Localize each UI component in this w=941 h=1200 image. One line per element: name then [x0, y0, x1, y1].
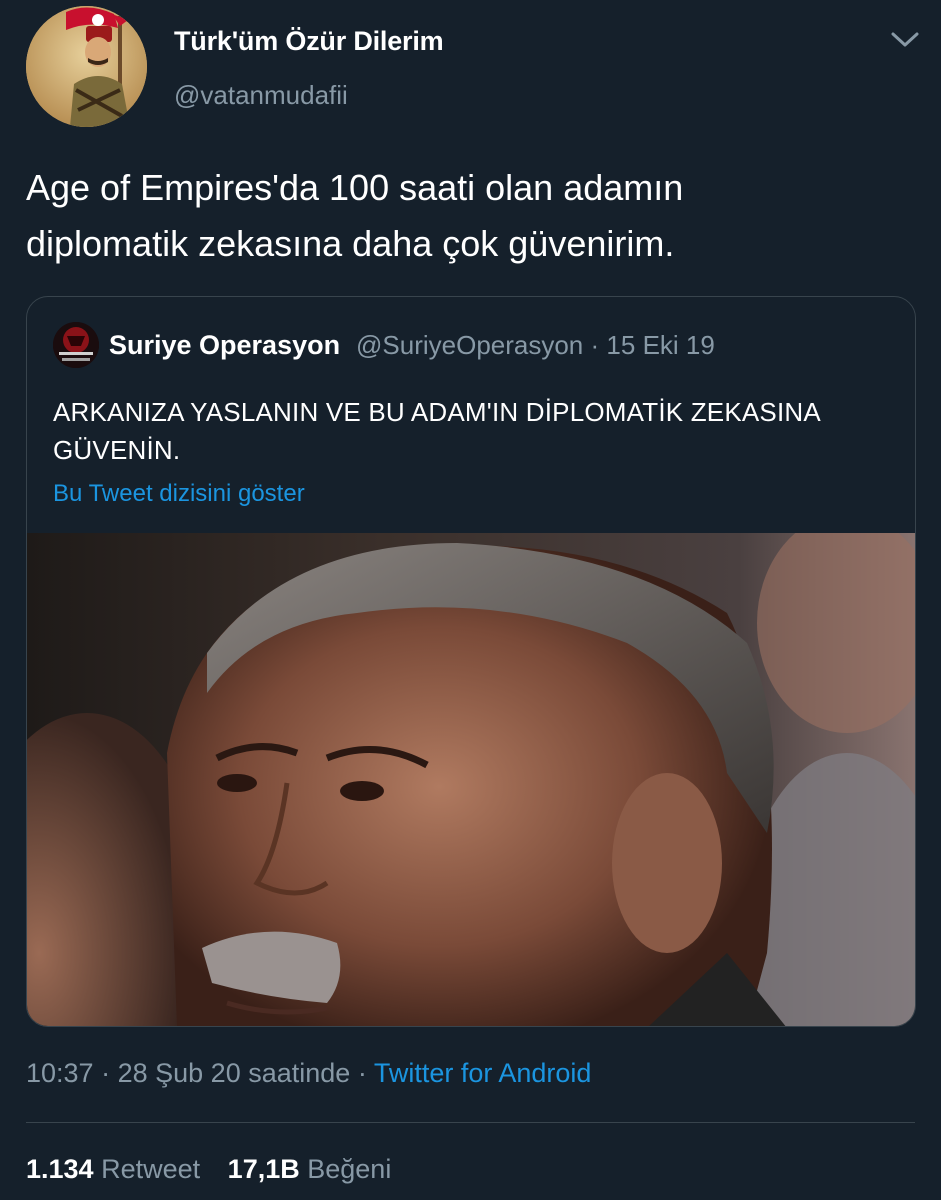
- quoted-text-line: GÜVENİN.: [53, 435, 181, 465]
- divider: [26, 1122, 915, 1123]
- separator: ·: [101, 1058, 111, 1088]
- quoted-text-line: ARKANIZA YASLANIN VE BU ADAM'IN DİPLOMAT…: [53, 397, 821, 427]
- quoted-display-name[interactable]: Suriye Operasyon: [109, 330, 340, 361]
- likes-count: 17,1B: [227, 1154, 300, 1184]
- quoted-tweet-text: ARKANIZA YASLANIN VE BU ADAM'IN DİPLOMAT…: [53, 393, 903, 469]
- likes-label: Beğeni: [307, 1154, 392, 1184]
- quoted-date[interactable]: 15 Eki 19: [606, 330, 714, 360]
- tweet-text-line: diplomatik zekasına daha çok güvenirim.: [26, 223, 675, 264]
- quoted-author-avatar[interactable]: [53, 322, 99, 368]
- separator: ·: [357, 1058, 367, 1088]
- likes-stat[interactable]: 17,1B Beğeni: [228, 1154, 392, 1185]
- tweet-detail: Türk'üm Özür Dilerim @vatanmudafii Age o…: [0, 0, 941, 1200]
- separator: ·: [590, 330, 600, 360]
- quoted-handle-line: @SuriyeOperasyon · 15 Eki 19: [356, 330, 715, 361]
- retweets-stat[interactable]: 1.134 Retweet: [26, 1154, 200, 1185]
- quoted-handle[interactable]: @SuriyeOperasyon: [356, 330, 583, 360]
- tweet-stats: 1.134 Retweet 17,1B Beğeni: [26, 1154, 391, 1185]
- chevron-down-icon[interactable]: [888, 26, 922, 54]
- show-thread-link[interactable]: Bu Tweet dizisini göster: [53, 480, 305, 508]
- tweet-date[interactable]: 28 Şub 20 saatinde: [118, 1058, 351, 1088]
- portrait-photo-icon: [27, 533, 915, 1026]
- author-avatar[interactable]: [26, 6, 147, 127]
- tweet-text-line: Age of Empires'da 100 saati olan adamın: [26, 167, 684, 208]
- author-display-name[interactable]: Türk'üm Özür Dilerim: [174, 26, 444, 57]
- retweets-label: Retweet: [101, 1154, 201, 1184]
- soldier-portrait-icon: [26, 6, 147, 127]
- tweet-meta: 10:37 · 28 Şub 20 saatinde · Twitter for…: [26, 1058, 591, 1089]
- quoted-tweet-card[interactable]: Suriye Operasyon @SuriyeOperasyon · 15 E…: [26, 296, 916, 1027]
- tweet-text: Age of Empires'da 100 saati olan adamın …: [26, 160, 906, 272]
- author-handle[interactable]: @vatanmudafii: [174, 80, 348, 111]
- quoted-tweet-photo[interactable]: [27, 533, 915, 1026]
- tweet-source-link[interactable]: Twitter for Android: [374, 1058, 592, 1088]
- tweet-time[interactable]: 10:37: [26, 1058, 94, 1088]
- retweets-count: 1.134: [26, 1154, 94, 1184]
- operation-logo-icon: [53, 322, 99, 368]
